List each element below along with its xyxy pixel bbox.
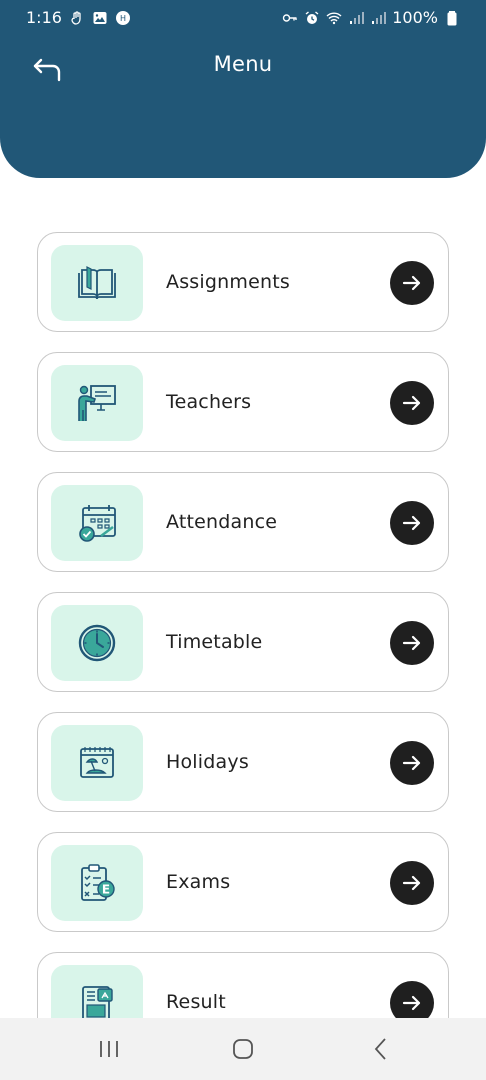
- result-report-icon: [82, 986, 113, 1018]
- gallery-icon: [93, 11, 107, 24]
- item-icon-box: [51, 245, 143, 321]
- menu-item-timetable[interactable]: Timetable: [37, 592, 449, 692]
- hand-icon: [71, 10, 81, 25]
- signal-icon-2: [372, 11, 387, 24]
- page-title: Menu: [213, 52, 273, 76]
- status-time: 1:16: [26, 8, 62, 27]
- app-header: 1:16 H 100% Menu: [0, 0, 486, 178]
- menu-item-assignments[interactable]: Assignments: [37, 232, 449, 332]
- menu-item-holidays[interactable]: Holidays: [37, 712, 449, 812]
- exam-clipboard-icon: E: [81, 864, 115, 901]
- arrow-right-button[interactable]: [390, 381, 434, 425]
- status-right-group: 100%: [282, 8, 460, 27]
- menu-item-attendance[interactable]: Attendance: [37, 472, 449, 572]
- beach-calendar-icon: [80, 747, 114, 778]
- arrow-right-button[interactable]: [390, 621, 434, 665]
- menu-item-result[interactable]: Result: [37, 952, 449, 1018]
- battery-icon: [447, 10, 457, 25]
- recent-apps-button[interactable]: [94, 1034, 124, 1064]
- recent-apps-icon: [100, 1041, 118, 1057]
- menu-item-exams[interactable]: E Exams: [37, 832, 449, 932]
- arrow-right-icon: [402, 515, 421, 531]
- status-left-group: 1:16 H: [26, 8, 131, 27]
- arrow-right-button[interactable]: [390, 861, 434, 905]
- teacher-board-icon: [78, 385, 116, 421]
- signal-icon: [350, 11, 365, 24]
- item-icon-box: [51, 725, 143, 801]
- notification-app-icon: H: [115, 10, 130, 25]
- menu-item-label: Exams: [166, 871, 231, 893]
- clock-icon: [78, 624, 116, 662]
- item-icon-box: [51, 365, 143, 441]
- item-icon-box: [51, 965, 143, 1018]
- svg-text:H: H: [120, 14, 126, 23]
- arrow-right-icon: [402, 755, 421, 771]
- alarm-icon: [305, 10, 319, 24]
- arrow-right-button[interactable]: [390, 981, 434, 1018]
- key-icon: [283, 13, 297, 22]
- open-book-icon: [78, 266, 116, 300]
- home-icon: [233, 1039, 253, 1059]
- menu-item-label: Timetable: [166, 631, 263, 653]
- wifi-icon: [326, 11, 342, 24]
- menu-item-label: Assignments: [166, 271, 290, 293]
- arrow-right-icon: [402, 875, 421, 891]
- menu-item-label: Result: [166, 991, 226, 1013]
- arrow-right-button[interactable]: [390, 741, 434, 785]
- calendar-check-icon: [79, 505, 116, 542]
- menu-item-label: Attendance: [166, 511, 278, 533]
- system-nav-bar: [0, 1018, 486, 1080]
- arrow-right-icon: [402, 635, 421, 651]
- menu-item-label: Teachers: [166, 391, 252, 413]
- item-icon-box: [51, 485, 143, 561]
- system-back-button[interactable]: [366, 1034, 396, 1064]
- menu-item-teachers[interactable]: Teachers: [37, 352, 449, 452]
- svg-text:E: E: [102, 883, 110, 897]
- item-icon-box: [51, 605, 143, 681]
- chevron-left-icon: [374, 1038, 386, 1060]
- arrow-right-icon: [402, 275, 421, 291]
- arrow-right-button[interactable]: [390, 501, 434, 545]
- arrow-right-icon: [402, 995, 421, 1011]
- status-bar: 1:16 H 100%: [0, 0, 486, 36]
- battery-level: 100%: [392, 8, 438, 27]
- menu-item-label: Holidays: [166, 751, 249, 773]
- arrow-right-button[interactable]: [390, 261, 434, 305]
- menu-list: Assignments Teachers Attendance Timetabl…: [37, 232, 449, 1018]
- home-button[interactable]: [228, 1034, 258, 1064]
- arrow-right-icon: [402, 395, 421, 411]
- item-icon-box: E: [51, 845, 143, 921]
